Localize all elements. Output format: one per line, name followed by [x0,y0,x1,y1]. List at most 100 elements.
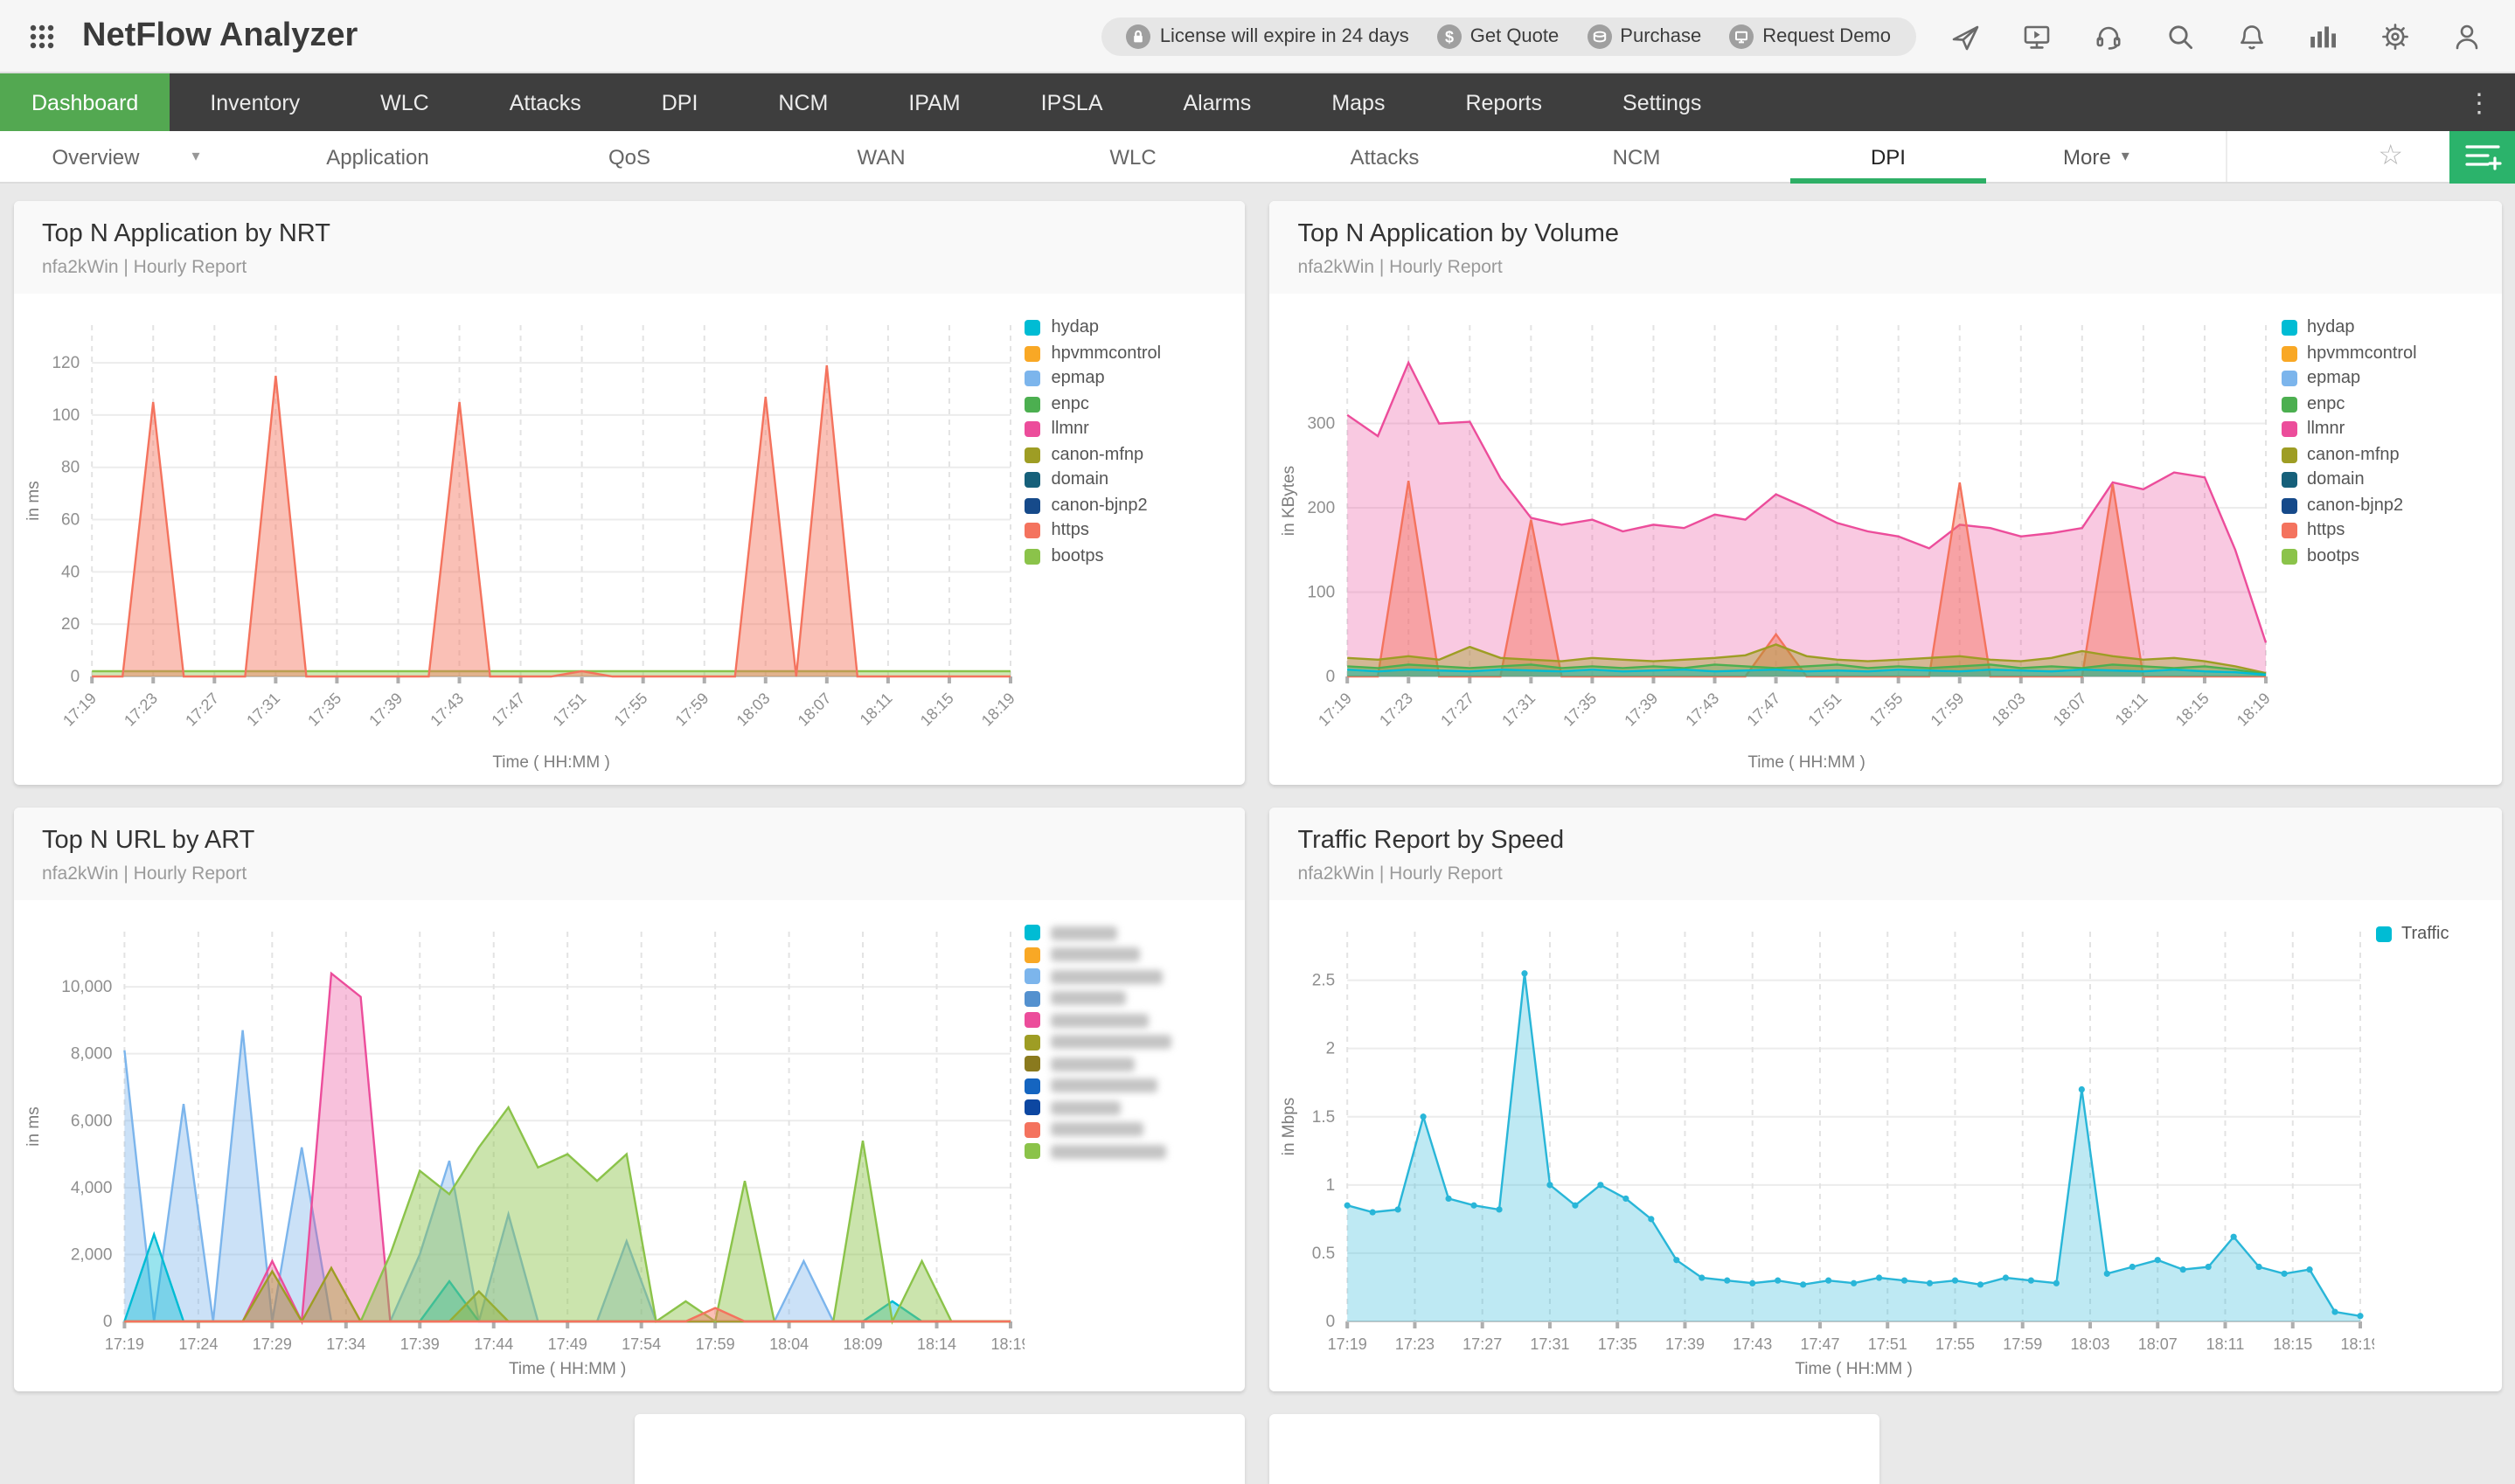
legend-label: bootps [2307,546,2359,565]
legend-label: llmnr [1052,420,1089,439]
legend-item[interactable]: domain [1025,470,1232,489]
legend-item[interactable]: domain [2281,470,2487,489]
legend-item[interactable]: Traffic [2375,925,2487,944]
get-quote-button[interactable]: $ Get Quote [1437,24,1560,48]
tab-wlc[interactable]: WLC [1007,131,1259,182]
add-dashboard-button[interactable] [2449,130,2515,183]
legend-item[interactable]: epmap [2281,369,2487,388]
legend-item[interactable]: https [2281,521,2487,540]
request-demo-button[interactable]: Request Demo [1729,24,1891,48]
svg-text:17:47: 17:47 [1801,1335,1840,1353]
svg-text:300: 300 [1308,415,1336,433]
nav-item-settings[interactable]: Settings [1582,73,1741,131]
nav-item-ipam[interactable]: IPAM [868,73,1000,131]
legend-item[interactable] [1025,1078,1232,1093]
rocket-icon[interactable] [1947,18,1982,53]
apps-grid-icon[interactable] [24,18,59,53]
legend-item[interactable]: epmap [1025,369,1232,388]
tab-dpi[interactable]: DPI [1762,131,2014,182]
legend-swatch [1025,421,1041,437]
legend-swatch [1025,523,1041,538]
more-tabs-button[interactable]: More ▾ [2014,131,2178,182]
legend-swatch [1025,396,1041,412]
legend-item[interactable]: https [1025,521,1232,540]
legend-swatch [1025,990,1041,1006]
demo-player-icon[interactable] [2018,18,2053,53]
usage-bars-icon[interactable] [2305,18,2340,53]
legend-item[interactable]: enpc [1025,394,1232,413]
legend-item[interactable]: canon-mfnp [1025,445,1232,464]
license-expiry-banner[interactable]: License will expire in 24 days [1127,24,1409,48]
svg-text:6,000: 6,000 [71,1112,113,1130]
legend-item[interactable] [1025,925,1232,940]
settings-gear-icon[interactable] [2377,18,2412,53]
legend-label: canon-bjnp2 [1052,496,1148,515]
coins-icon [1587,24,1611,48]
legend-item[interactable]: llmnr [2281,420,2487,439]
svg-text:17:39: 17:39 [365,690,406,730]
legend-swatch [2281,472,2296,488]
nav-item-ncm[interactable]: NCM [738,73,868,131]
tab-overview[interactable]: Overview ▾ [0,131,252,182]
legend-item[interactable] [1025,947,1232,962]
legend-item[interactable]: enpc [2281,394,2487,413]
tab-ncm[interactable]: NCM [1511,131,1762,182]
svg-text:17:23: 17:23 [1395,1335,1435,1353]
favorite-star-icon[interactable]: ☆ [2378,142,2403,170]
chart-svg: 02,0004,0006,0008,00010,00017:1917:2417:… [21,911,1025,1381]
nav-item-reports[interactable]: Reports [1425,73,1582,131]
svg-text:0: 0 [1326,668,1336,686]
svg-text:18:19: 18:19 [2341,1335,2375,1353]
nav-item-ipsla[interactable]: IPSLA [1001,73,1143,131]
svg-text:10,000: 10,000 [61,978,112,996]
legend-item[interactable] [1025,1034,1232,1050]
legend-item[interactable] [1025,990,1232,1006]
nav-item-alarms[interactable]: Alarms [1143,73,1292,131]
nav-item-inventory[interactable]: Inventory [170,73,340,131]
legend-item[interactable]: hpvmmcontrol [1025,343,1232,363]
user-account-icon[interactable] [2449,18,2484,53]
purchase-button[interactable]: Purchase [1587,24,1701,48]
legend-item[interactable] [1025,1012,1232,1028]
svg-text:80: 80 [61,459,80,477]
svg-text:17:19: 17:19 [1316,690,1356,730]
tab-wan[interactable]: WAN [755,131,1007,182]
tab-overview-label: Overview [52,144,139,169]
legend-item[interactable]: llmnr [1025,420,1232,439]
legend-item[interactable] [1025,1121,1232,1137]
legend-item[interactable] [1025,1143,1232,1159]
nav-item-attacks[interactable]: Attacks [469,73,622,131]
tab-application[interactable]: Application [252,131,504,182]
legend-item[interactable]: bootps [2281,546,2487,565]
svg-text:17:35: 17:35 [1560,690,1601,730]
notifications-bell-icon[interactable] [2234,18,2268,53]
legend-item[interactable]: canon-bjnp2 [1025,496,1232,515]
nav-item-wlc[interactable]: WLC [340,73,469,131]
svg-text:17:59: 17:59 [672,690,712,730]
tab-qos[interactable]: QoS [504,131,755,182]
legend-item[interactable] [1025,1056,1232,1071]
legend-item[interactable] [1025,968,1232,984]
legend-swatch [2281,497,2296,513]
svg-text:in ms: in ms [24,1106,43,1146]
chart-svg: 02040608010012017:1917:2317:2717:3117:35… [21,304,1025,774]
nav-item-maps[interactable]: Maps [1291,73,1425,131]
legend-item[interactable]: hpvmmcontrol [2281,343,2487,363]
legend-item[interactable] [1025,1099,1232,1115]
support-headset-icon[interactable] [2090,18,2125,53]
legend-item[interactable]: hydap [1025,318,1232,337]
nav-item-dashboard[interactable]: Dashboard [0,73,170,131]
legend-item[interactable]: hydap [2281,318,2487,337]
kebab-menu-icon[interactable]: ⋮ [2443,73,2515,131]
legend-swatch [2281,523,2296,538]
nav-item-dpi[interactable]: DPI [622,73,739,131]
license-action-group: License will expire in 24 days $ Get Quo… [1102,17,1915,55]
tab-attacks[interactable]: Attacks [1259,131,1511,182]
search-icon[interactable] [2162,18,2197,53]
legend-item[interactable]: canon-bjnp2 [2281,496,2487,515]
legend-item[interactable]: bootps [1025,546,1232,565]
panel-header: Traffic Report by Speed nfa2kWin | Hourl… [1270,808,2502,900]
lock-icon [1127,24,1151,48]
legend-item[interactable]: canon-mfnp [2281,445,2487,464]
main-nav: Dashboard Inventory WLC Attacks DPI NCM … [0,73,2515,131]
